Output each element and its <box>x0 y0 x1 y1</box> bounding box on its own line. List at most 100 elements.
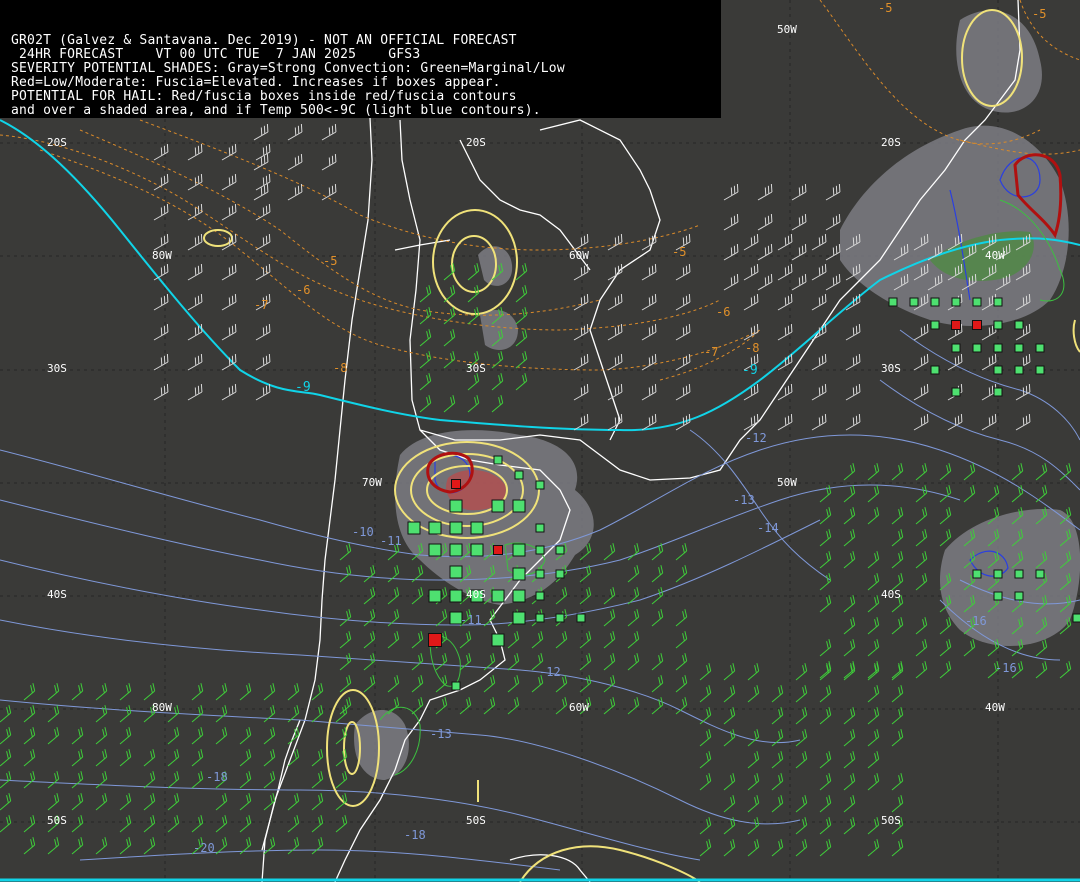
contour-label: -5 <box>1032 7 1046 21</box>
hail-box <box>1035 569 1045 579</box>
hail-box <box>449 565 463 579</box>
hail-box <box>972 320 982 330</box>
hail-box <box>951 320 961 330</box>
hail-box <box>576 613 586 623</box>
lon-label: 60W <box>569 249 589 262</box>
contour-label: -12 <box>745 431 767 445</box>
contour-label: -5 <box>672 245 686 259</box>
hail-box <box>449 499 463 513</box>
contour-label: -11 <box>460 613 482 627</box>
lon-label: 70W <box>362 476 382 489</box>
hail-box <box>512 499 526 513</box>
header-line-hail-2: and over a shaded area, and if Temp 500<… <box>11 103 541 118</box>
hail-box <box>555 569 565 579</box>
hail-box <box>1014 569 1024 579</box>
lat-label: 30S <box>47 362 67 375</box>
header-line-title: GR02T (Galvez & Santavana. Dec 2019) - N… <box>11 33 517 48</box>
header-line-severity: SEVERITY POTENTIAL SHADES: Gray=Strong C… <box>11 61 565 76</box>
contour-label: -5 <box>323 254 337 268</box>
hail-box <box>930 320 940 330</box>
lat-label: 40S <box>47 588 67 601</box>
hail-box <box>535 523 545 533</box>
hail-box <box>1035 365 1045 375</box>
hail-box <box>512 567 526 581</box>
contour-label: -9 <box>742 363 758 378</box>
hail-box <box>555 545 565 555</box>
hail-box <box>930 365 940 375</box>
contour-label: -5 <box>878 1 892 15</box>
forecast-map: 20S 20S 20S 30S 30S 30S 40S 40S 40S 50S … <box>0 0 1080 882</box>
hail-box <box>993 591 1003 601</box>
hail-box <box>535 613 545 623</box>
hail-box <box>428 633 442 647</box>
hail-box <box>1014 365 1024 375</box>
lat-label: 50S <box>881 814 901 827</box>
lon-label: 80W <box>152 249 172 262</box>
hail-box <box>428 543 442 557</box>
contour-label: -16 <box>995 661 1017 675</box>
lat-label: 20S <box>881 136 901 149</box>
hail-box <box>972 343 982 353</box>
hail-box <box>951 343 961 353</box>
hail-box <box>470 543 484 557</box>
hail-box <box>451 681 461 691</box>
contour-label: -6 <box>716 305 730 319</box>
lat-label: 40S <box>466 588 486 601</box>
lon-label: 60W <box>569 701 589 714</box>
hail-box <box>555 613 565 623</box>
hail-box <box>535 480 545 490</box>
hail-box <box>512 589 526 603</box>
hail-box <box>535 545 545 555</box>
contour-label: -13 <box>733 493 755 507</box>
lat-label: 50S <box>47 814 67 827</box>
contour-label: -18 <box>404 828 426 842</box>
contour-label: -9 <box>295 380 311 395</box>
hail-box <box>514 470 524 480</box>
contour-label: -7 <box>254 298 268 312</box>
lat-label: 20S <box>47 136 67 149</box>
contour-label: -8 <box>333 361 347 375</box>
hail-box <box>512 543 526 557</box>
contour-label: -13 <box>430 727 452 741</box>
contour-label: -7 <box>704 345 718 359</box>
hail-box <box>535 569 545 579</box>
lon-label: 40W <box>985 249 1005 262</box>
hail-box <box>428 521 442 535</box>
contour-label: -8 <box>745 341 759 355</box>
lon-label: 50W <box>777 23 797 36</box>
contour-label: -16 <box>965 614 987 628</box>
hail-box <box>972 297 982 307</box>
lat-label: 40S <box>881 588 901 601</box>
hail-box <box>449 521 463 535</box>
hail-box <box>451 479 461 489</box>
header-line-severity-2: Red=Low/Moderate: Fuscia=Elevated. Incre… <box>11 75 501 90</box>
hail-box <box>491 633 505 647</box>
contour-label: -20 <box>193 841 215 855</box>
hail-box <box>449 589 463 603</box>
lat-label: 20S <box>466 136 486 149</box>
hail-box <box>972 569 982 579</box>
hail-box <box>993 387 1003 397</box>
lat-label: 30S <box>881 362 901 375</box>
hail-box <box>993 297 1003 307</box>
lon-label: 50W <box>777 476 797 489</box>
hail-box <box>993 365 1003 375</box>
contour-label: -11 <box>380 534 402 548</box>
hail-box <box>909 297 919 307</box>
header-line-hail: POTENTIAL FOR HAIL: Red/fuscia boxes ins… <box>11 89 517 104</box>
hail-box <box>535 591 545 601</box>
hail-box <box>491 499 505 513</box>
contour-label: -10 <box>352 525 374 539</box>
hail-box <box>1014 343 1024 353</box>
hail-box <box>951 297 961 307</box>
hail-box <box>888 297 898 307</box>
hail-box <box>951 387 961 397</box>
contour-label: -12 <box>539 665 561 679</box>
hail-box <box>993 569 1003 579</box>
hail-box <box>1072 613 1080 623</box>
hail-box <box>512 611 526 625</box>
lat-label: 30S <box>466 362 486 375</box>
hail-box <box>491 589 505 603</box>
hail-box <box>470 521 484 535</box>
hail-box <box>993 320 1003 330</box>
